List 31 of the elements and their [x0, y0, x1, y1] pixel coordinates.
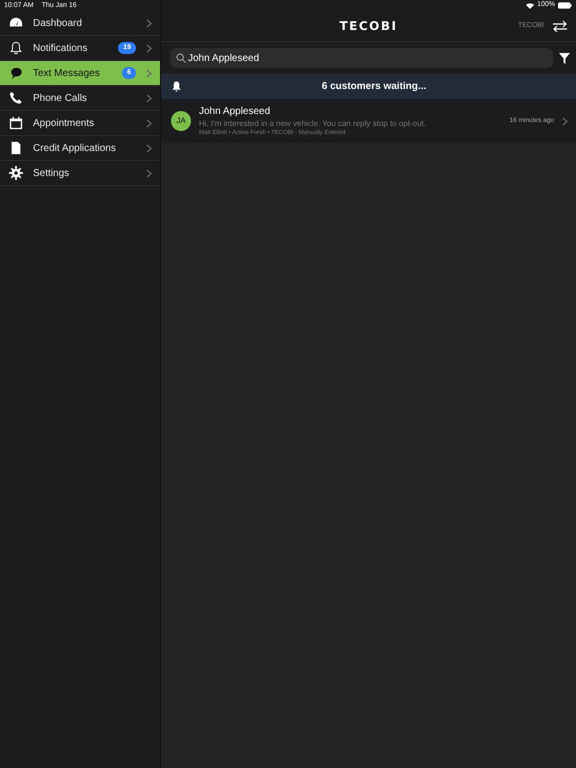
- sidebar-item[interactable]: Appointments: [0, 111, 160, 136]
- chevron-icon: [146, 68, 152, 78]
- bell-icon: [171, 81, 182, 92]
- chevron-icon: [146, 168, 152, 178]
- waiting-banner-text: 6 customers waiting...: [320, 80, 428, 94]
- sidebar-item[interactable]: Settings: [0, 161, 160, 186]
- search-icon: [176, 53, 186, 63]
- battery-icon: [558, 2, 572, 9]
- wifi-icon: [526, 2, 534, 8]
- chevron-icon: [146, 94, 152, 102]
- chevron-icon: [146, 118, 152, 128]
- sidebar-item[interactable]: Dashboard: [0, 11, 160, 36]
- chat-icon: [9, 66, 23, 80]
- sidebar-item[interactable]: Credit Applications: [0, 136, 160, 161]
- contact-name: John Appleseed: [199, 104, 272, 118]
- search-field[interactable]: John Appleseed: [170, 48, 553, 68]
- swap-icon: [552, 20, 568, 32]
- phone-icon: [9, 91, 23, 105]
- avatar: JA: [171, 111, 191, 131]
- chevron-icon: [146, 18, 152, 28]
- gear-icon: [9, 166, 23, 180]
- logo: TECOBI: [340, 18, 398, 35]
- filter-icon: [559, 52, 570, 64]
- chevron-icon: [562, 116, 568, 126]
- sidebar-item[interactable]: Phone Calls: [0, 86, 160, 111]
- document-icon: [9, 141, 23, 155]
- calendar-icon: [9, 116, 23, 130]
- chevron-icon: [146, 144, 152, 152]
- message-preview: Hi, I'm interested in a new vehicle. You can reply stop to opt-out.: [199, 118, 427, 128]
- chevron-icon: [146, 44, 152, 52]
- bell-icon: [9, 41, 23, 55]
